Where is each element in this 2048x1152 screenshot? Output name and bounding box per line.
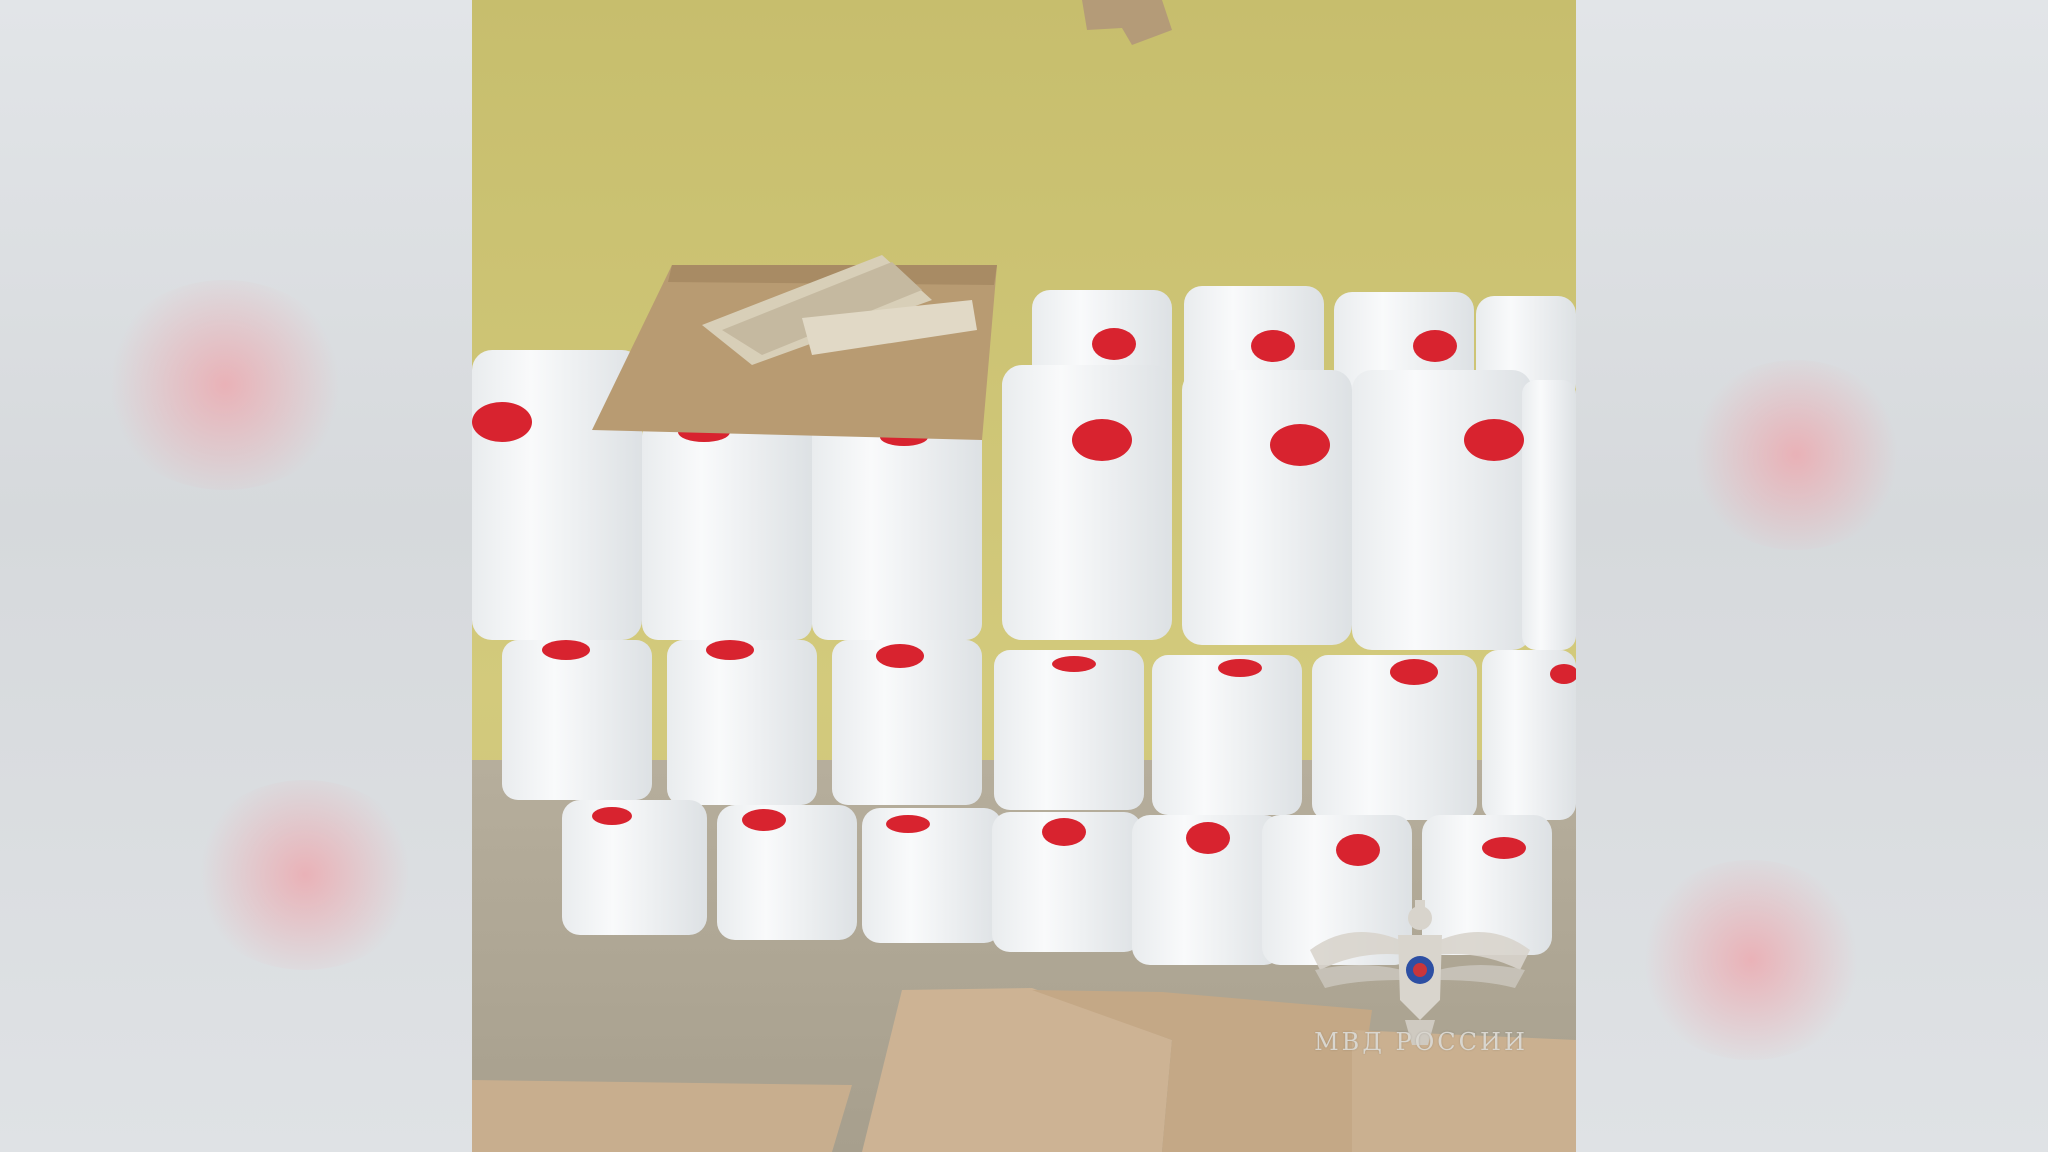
blurred-background-left (0, 0, 472, 1152)
blurred-background-right (1576, 0, 2048, 1152)
watermark-text: МВД РОССИИ (1314, 1028, 1528, 1056)
